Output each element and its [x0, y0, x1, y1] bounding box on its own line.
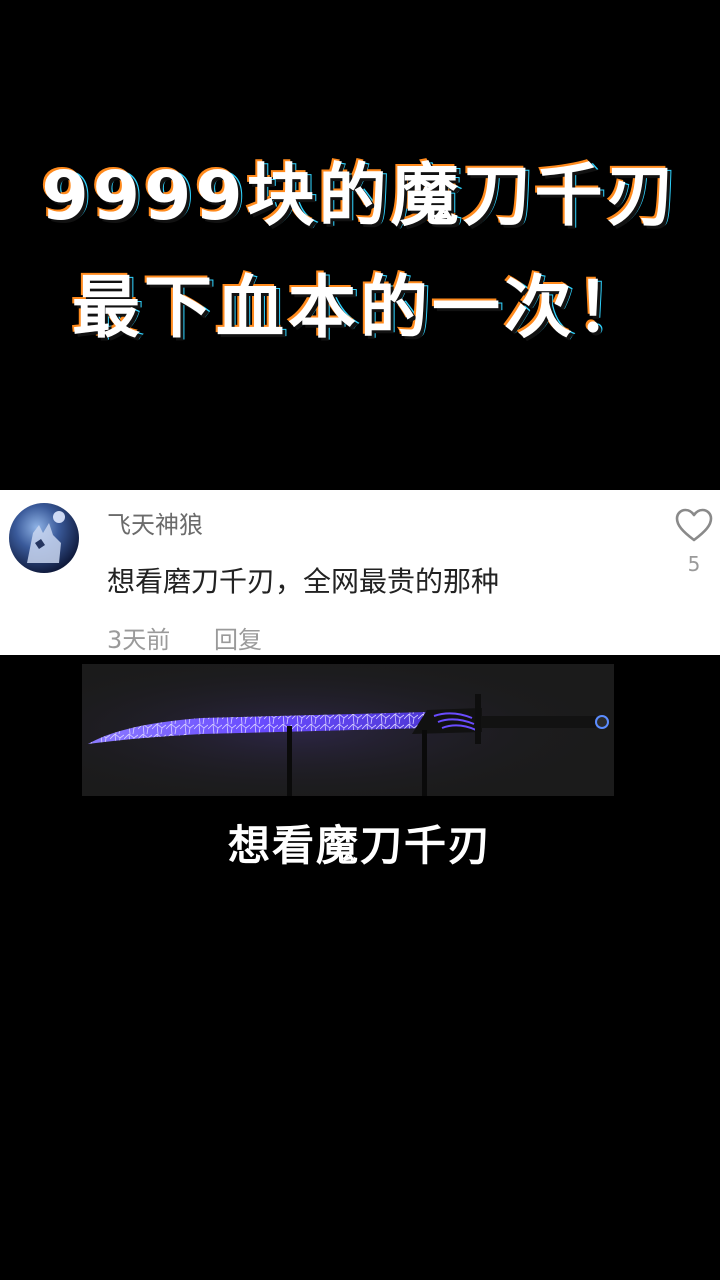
comment-timestamp: 3天前 [107, 626, 171, 654]
wolf-avatar-image [27, 511, 65, 563]
sword-image [82, 664, 614, 796]
glowing-sword-illustration [82, 664, 614, 796]
video-caption: 想看魔刀千刃 [227, 821, 492, 870]
video-title-line-2: 最下血本的一次！ [71, 269, 648, 348]
video-title-line-1: 9999块的魔刀千刃 [41, 157, 679, 236]
reply-button[interactable]: 回复 [214, 620, 262, 655]
comment-username[interactable]: 飞天神狼 [107, 505, 203, 540]
heart-outline-icon[interactable] [674, 506, 714, 546]
comment-text: 想看磨刀千刃，全网最贵的那种 [107, 565, 500, 598]
comment-card: 飞天神狼 想看磨刀千刃，全网最贵的那种 3天前 回复 5 [0, 490, 720, 655]
like-count: 5 [687, 552, 701, 576]
avatar[interactable] [9, 503, 79, 573]
